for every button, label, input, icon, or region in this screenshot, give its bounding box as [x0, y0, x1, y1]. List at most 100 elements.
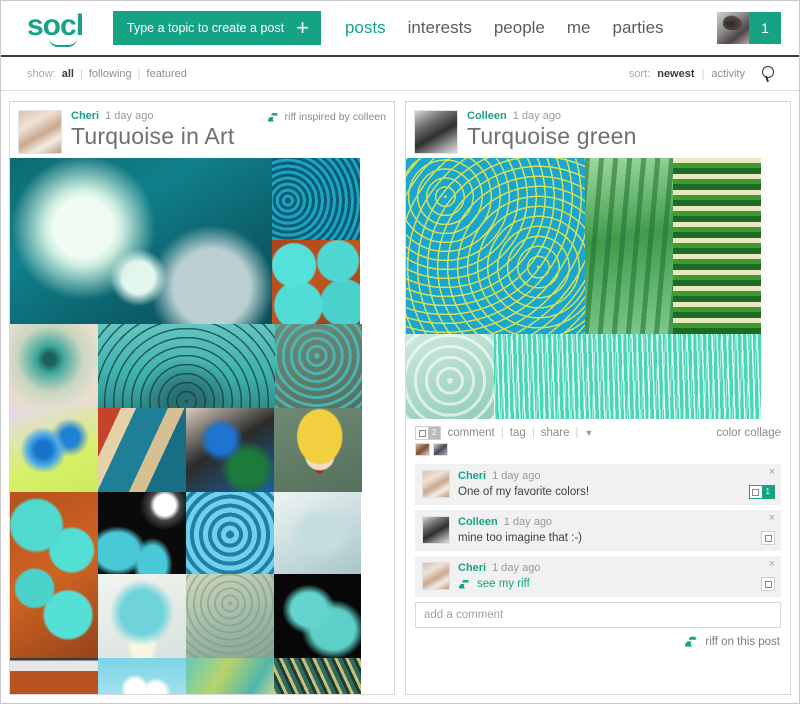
post-header: Cheri 1 day ago Turquoise in Art riff in… [10, 102, 394, 158]
sort-option-activity[interactable]: activity [711, 68, 745, 80]
mosaic-tile-blue-orchid[interactable] [10, 408, 98, 492]
comment-author[interactable]: Cheri [458, 470, 486, 482]
mosaic-tile-mandala[interactable] [272, 158, 360, 240]
user-chip[interactable]: 1 [717, 12, 781, 44]
divider: | [500, 427, 504, 439]
sort-label: sort: [628, 67, 651, 80]
show-option-featured[interactable]: featured [147, 68, 187, 80]
mosaic-tile-turquoise-rock[interactable] [10, 492, 98, 658]
avatar[interactable] [422, 470, 450, 498]
mosaic-tile-marilyn[interactable] [274, 408, 362, 492]
divider: | [575, 427, 579, 439]
post-author[interactable]: Cheri [71, 110, 99, 122]
chevron-down-icon[interactable]: ▼ [585, 428, 594, 438]
mosaic-tile-turquoise-stone[interactable] [272, 240, 360, 324]
riff-icon [267, 112, 278, 121]
notification-count[interactable]: 1 [749, 12, 781, 44]
comment-timestamp: 1 day ago [492, 470, 541, 482]
post-columns: Cheri 1 day ago Turquoise in Art riff in… [1, 91, 799, 695]
close-icon[interactable]: × [769, 467, 775, 478]
comment-like-badge[interactable] [761, 577, 775, 591]
sort-filter-group: sort: newest | activity [628, 65, 777, 82]
mosaic-tile-dot-flowers[interactable] [406, 158, 585, 334]
mosaic-tile-blue-green-flowers[interactable] [186, 408, 274, 492]
show-option-all[interactable]: all [62, 68, 74, 80]
avatar[interactable] [717, 12, 749, 44]
color-collage-link[interactable]: color collage [716, 427, 781, 439]
collage-icon [762, 578, 774, 590]
mosaic-tile-blue-foliage[interactable] [275, 324, 362, 408]
create-post-button[interactable]: Type a topic to create a post + [113, 11, 321, 45]
post-meta: Colleen 1 day ago [467, 110, 637, 122]
mosaic-tile-tree-of-life[interactable] [186, 574, 274, 658]
comment-like-badge[interactable] [761, 531, 775, 545]
nav-item-posts[interactable]: posts [345, 18, 386, 38]
divider: | [137, 67, 141, 80]
nav-item-interests[interactable]: interests [408, 18, 472, 38]
comment-author[interactable]: Colleen [458, 516, 498, 528]
comment-like-badge[interactable]: 1 [748, 485, 775, 499]
mosaic-tile-soft-texture[interactable] [406, 334, 494, 419]
list-item: Colleen 1 day ago mine too imagine that … [415, 510, 781, 551]
share-button[interactable]: share [541, 427, 570, 439]
sort-option-newest[interactable]: newest [657, 68, 694, 80]
riff-icon [458, 579, 469, 588]
mosaic-tile-green-blur[interactable] [585, 158, 673, 334]
post-timestamp: 1 day ago [105, 110, 154, 122]
comment-meta: Cheri 1 day ago [458, 562, 774, 574]
add-comment-input[interactable]: add a comment [415, 602, 781, 628]
mosaic-tile-xray-flowers[interactable] [274, 492, 361, 574]
collage-icon [416, 427, 428, 439]
mosaic-tile-mint-texture[interactable] [494, 334, 761, 419]
mosaic-row [10, 492, 394, 658]
mosaic-tile-dark-foliage[interactable] [274, 658, 361, 694]
avatar[interactable] [18, 110, 62, 154]
comment-text: see my riff [477, 578, 530, 590]
mosaic-tile-leaves-xray[interactable] [274, 574, 361, 658]
nav-item-parties[interactable]: parties [613, 18, 664, 38]
image-mosaic [10, 158, 394, 694]
riff-inspired-by[interactable]: riff inspired by colleen [267, 111, 386, 123]
comment-button[interactable]: comment [447, 427, 494, 439]
post-count-badge[interactable]: 2 [415, 426, 442, 440]
comment-list: Cheri 1 day ago One of my favorite color… [406, 462, 790, 597]
nav-item-people[interactable]: people [494, 18, 545, 38]
participant-thumbnails [406, 443, 790, 462]
mosaic-col [272, 158, 360, 324]
avatar[interactable] [414, 110, 458, 154]
mosaic-tile-blue-rose[interactable] [186, 492, 274, 574]
avatar[interactable] [422, 562, 450, 590]
socl-logo[interactable]: socl [27, 11, 84, 47]
nav-item-me[interactable]: me [567, 18, 591, 38]
mosaic-tile-teal-abstract[interactable] [186, 658, 274, 694]
thumbnail-avatar[interactable] [433, 443, 448, 456]
mosaic-tile-moonlit-tulips[interactable] [98, 492, 186, 574]
post-header: Colleen 1 day ago Turquoise green [406, 102, 790, 158]
image-mosaic [406, 158, 790, 419]
post-timestamp: 1 day ago [512, 110, 562, 122]
mosaic-tile-cotton[interactable] [98, 658, 186, 694]
avatar[interactable] [422, 516, 450, 544]
thumbnail-avatar[interactable] [415, 443, 430, 456]
tag-button[interactable]: tag [510, 427, 526, 439]
mosaic-tile-abstract-burst[interactable] [10, 324, 98, 408]
mosaic-tile-tree-painting[interactable] [98, 324, 275, 408]
search-icon[interactable] [761, 65, 777, 82]
comment-riff-link[interactable]: see my riff [458, 578, 774, 590]
list-item: Cheri 1 day ago see my riff × [415, 556, 781, 597]
close-icon[interactable]: × [769, 513, 775, 524]
collage-icon [762, 532, 774, 544]
comment-author[interactable]: Cheri [458, 562, 486, 574]
mosaic-tile-rust-stripe[interactable] [10, 658, 98, 694]
mosaic-tile-tulip-macro[interactable] [98, 574, 186, 658]
close-icon[interactable]: × [769, 559, 775, 570]
mosaic-tile-harbor-painting[interactable] [98, 408, 186, 492]
riff-on-this-post-button[interactable]: riff on this post [406, 628, 790, 656]
add-comment-placeholder: add a comment [424, 609, 504, 621]
mosaic-tile-flower[interactable] [10, 158, 272, 324]
post-author[interactable]: Colleen [467, 110, 507, 122]
mosaic-col [98, 492, 361, 658]
show-option-following[interactable]: following [89, 68, 132, 80]
logo-smile-icon [49, 38, 77, 47]
mosaic-tile-green-dress[interactable] [673, 158, 761, 334]
